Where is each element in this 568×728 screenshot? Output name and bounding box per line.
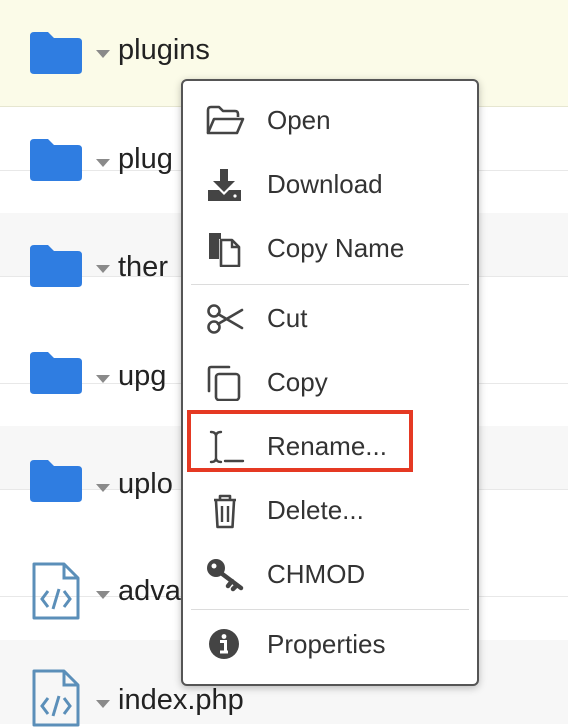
menu-separator bbox=[191, 284, 469, 285]
download-icon bbox=[208, 169, 241, 201]
file-name: ther bbox=[118, 251, 168, 283]
file-name: plug bbox=[118, 143, 173, 175]
menu-item-copy[interactable]: Copy bbox=[183, 355, 477, 411]
code-file-icon bbox=[32, 562, 80, 620]
context-menu: Open Download Copy Name Cut Copy Rename.… bbox=[181, 79, 479, 686]
code-file-icon bbox=[32, 669, 80, 727]
file-name: upg bbox=[118, 360, 167, 392]
folder-icon bbox=[30, 139, 82, 181]
file-name: index.php bbox=[118, 684, 244, 716]
menu-item-label: Copy bbox=[267, 367, 328, 397]
menu-item-label: Delete... bbox=[267, 495, 364, 525]
menu-item-label: Open bbox=[267, 105, 331, 135]
scissors-icon bbox=[207, 304, 244, 334]
expand-caret-icon[interactable] bbox=[96, 375, 110, 383]
menu-item-copy-name[interactable]: Copy Name bbox=[183, 221, 477, 277]
menu-item-chmod[interactable]: CHMOD bbox=[183, 547, 477, 603]
expand-caret-icon[interactable] bbox=[96, 50, 110, 58]
menu-item-label: CHMOD bbox=[267, 559, 366, 589]
trash-icon bbox=[214, 494, 236, 529]
folder-open-icon bbox=[206, 105, 245, 135]
menu-item-download[interactable]: Download bbox=[183, 157, 477, 213]
expand-caret-icon[interactable] bbox=[96, 159, 110, 167]
expand-caret-icon[interactable] bbox=[96, 591, 110, 599]
info-icon bbox=[209, 629, 239, 659]
menu-item-label: Cut bbox=[267, 303, 308, 333]
file-name: adva bbox=[118, 575, 181, 607]
menu-item-label: Properties bbox=[267, 629, 386, 659]
file-name: uplo bbox=[118, 468, 173, 500]
menu-separator bbox=[191, 609, 469, 610]
folder-icon bbox=[30, 352, 82, 394]
menu-item-label: Download bbox=[267, 169, 383, 199]
file-name: plugins bbox=[118, 34, 210, 66]
folder-icon bbox=[30, 32, 82, 74]
expand-caret-icon[interactable] bbox=[96, 700, 110, 708]
menu-item-label: Copy Name bbox=[267, 233, 405, 263]
key-icon bbox=[207, 559, 244, 592]
folder-icon bbox=[30, 245, 82, 287]
folder-icon bbox=[30, 460, 82, 502]
menu-item-open[interactable]: Open bbox=[183, 93, 477, 149]
menu-item-cut[interactable]: Cut bbox=[183, 291, 477, 347]
expand-caret-icon[interactable] bbox=[96, 265, 110, 273]
copy-icon bbox=[207, 365, 241, 401]
menu-item-delete[interactable]: Delete... bbox=[183, 483, 477, 539]
copy-name-icon bbox=[209, 233, 241, 267]
expand-caret-icon[interactable] bbox=[96, 484, 110, 492]
menu-item-properties[interactable]: Properties bbox=[183, 617, 477, 673]
rename-highlight-box bbox=[187, 410, 413, 472]
